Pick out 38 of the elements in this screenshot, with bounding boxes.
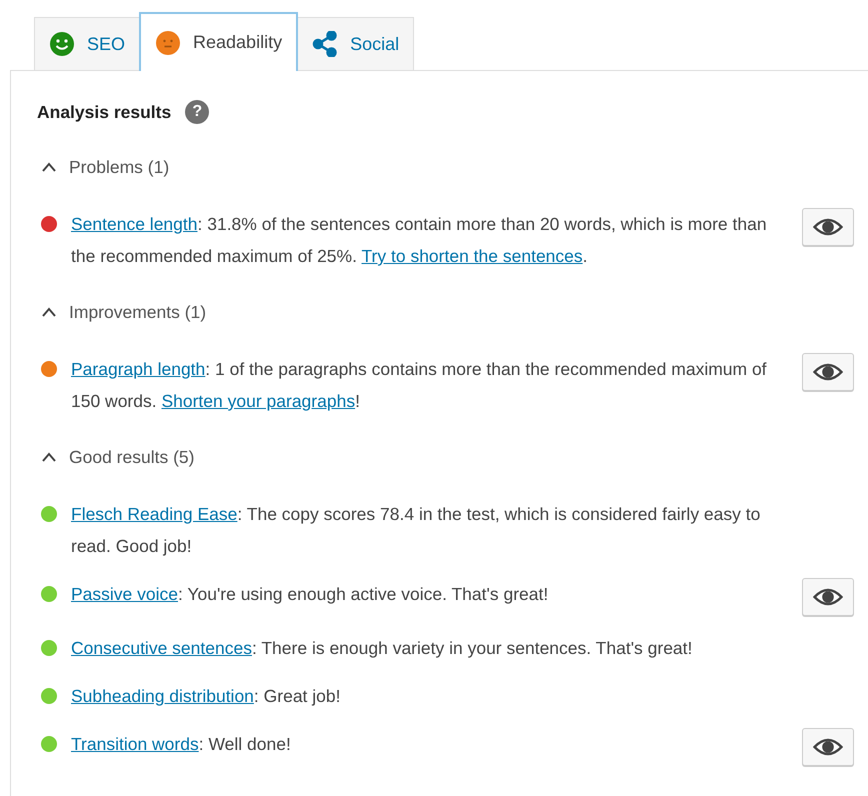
result-link[interactable]: Passive voice xyxy=(71,584,178,604)
chevron-icon xyxy=(41,161,57,173)
eye-icon xyxy=(813,737,843,757)
result-text: Transition words: Well done! xyxy=(71,733,292,756)
highlight-button[interactable] xyxy=(802,578,854,616)
result-link[interactable]: Paragraph length xyxy=(71,359,206,379)
result-text: Consecutive sentences: There is enough variety in your sentences. That's great! xyxy=(71,637,694,660)
section-toggle[interactable]: Good results (5) xyxy=(37,441,854,473)
panel-title: Analysis results xyxy=(37,102,172,122)
result-link[interactable]: Shorten your paragraphs xyxy=(161,391,356,411)
result-link[interactable]: Flesch Reading Ease xyxy=(71,504,238,524)
share-icon xyxy=(312,31,338,57)
section-toggle[interactable]: Problems (1) xyxy=(37,151,854,183)
result-text: Subheading distribution: Great job! xyxy=(71,685,342,708)
chevron-icon xyxy=(41,306,57,318)
chevron-icon xyxy=(41,451,57,463)
result-text: Paragraph length: 1 of the paragraphs contains more than the recommended maximum of 150 words. Shorten your paragraphs! xyxy=(71,358,768,413)
help-icon[interactable]: ? xyxy=(185,100,210,124)
neutral-face-icon xyxy=(155,30,182,56)
result-text: Passive voice: You're using enough active voice. That's great! xyxy=(71,583,550,606)
result-link[interactable]: Sentence length xyxy=(71,214,198,234)
result-link[interactable]: Consecutive sentences xyxy=(71,638,252,658)
eye-icon xyxy=(813,587,843,607)
section-toggle[interactable]: Improvements (1) xyxy=(37,296,854,328)
eye-icon xyxy=(813,362,843,382)
tab[interactable]: Readability xyxy=(139,12,298,71)
eye-icon xyxy=(813,217,843,237)
highlight-button[interactable] xyxy=(802,728,854,766)
smiley-face-icon xyxy=(49,31,75,57)
result-text: Sentence length: 31.8% of the sentences contain more than 20 words, which is more than the recommended maximum of 25%. Try to shorten the sentences. xyxy=(71,213,768,268)
highlight-button[interactable] xyxy=(802,208,854,246)
result-link[interactable]: Try to shorten the sentences xyxy=(362,246,583,266)
result-link[interactable]: Transition words xyxy=(71,734,199,754)
result-link[interactable]: Subheading distribution xyxy=(71,686,254,706)
tab[interactable]: SEO xyxy=(34,17,140,70)
highlight-button[interactable] xyxy=(802,353,854,391)
result-text: Flesch Reading Ease: The copy scores 78.4 in the test, which is considered fairly easy to read. Good job! xyxy=(71,503,762,558)
tab[interactable]: Social xyxy=(297,17,414,70)
